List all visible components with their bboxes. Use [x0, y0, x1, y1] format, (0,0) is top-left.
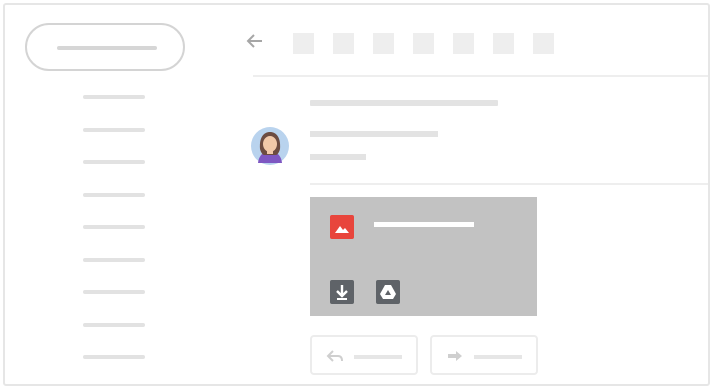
toolbar-action-placeholder[interactable] [493, 33, 514, 54]
attachment-card[interactable] [310, 197, 537, 316]
header-divider [253, 75, 708, 77]
forward-label-placeholder [474, 355, 522, 359]
compose-label-placeholder [57, 46, 157, 50]
date-placeholder [310, 154, 366, 160]
sidebar-item[interactable] [83, 322, 145, 327]
toolbar-action-placeholder[interactable] [293, 33, 314, 54]
attachment-name-placeholder [374, 222, 474, 227]
download-icon[interactable] [330, 280, 354, 304]
sidebar-item[interactable] [83, 290, 145, 294]
reply-label-placeholder [354, 355, 402, 359]
toolbar-action-placeholder[interactable] [373, 33, 394, 54]
sidebar-item[interactable] [83, 160, 145, 164]
sender-name-placeholder [310, 131, 438, 137]
sidebar-item[interactable] [83, 192, 145, 197]
compose-button[interactable] [25, 23, 185, 71]
toolbar-action-placeholder[interactable] [333, 33, 354, 54]
person-avatar-icon [251, 127, 289, 165]
reply-button[interactable] [310, 335, 418, 375]
google-drive-icon[interactable] [376, 280, 400, 304]
subject-placeholder [310, 100, 498, 106]
image-icon [330, 215, 354, 239]
toolbar-action-placeholder[interactable] [453, 33, 474, 54]
message-divider [310, 183, 708, 185]
sidebar-nav [83, 95, 147, 384]
back-arrow-icon[interactable] [245, 31, 267, 51]
toolbar-actions [293, 33, 554, 54]
sidebar-item[interactable] [83, 225, 145, 229]
sidebar-item[interactable] [83, 257, 145, 262]
toolbar-action-placeholder[interactable] [413, 33, 434, 54]
sidebar-item[interactable] [83, 95, 145, 99]
reply-arrow-icon [326, 350, 343, 362]
sidebar-item[interactable] [83, 127, 145, 132]
toolbar-action-placeholder[interactable] [533, 33, 554, 54]
app-window [3, 3, 710, 386]
forward-arrow-icon [448, 351, 462, 361]
sidebar-item[interactable] [83, 355, 145, 359]
forward-button[interactable] [430, 335, 538, 375]
